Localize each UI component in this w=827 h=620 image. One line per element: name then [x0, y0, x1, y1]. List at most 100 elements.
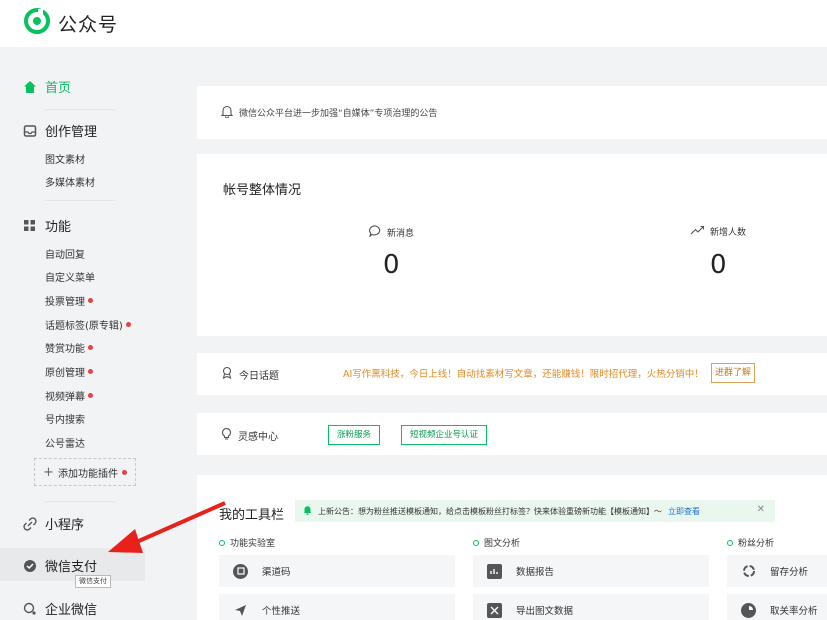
nav-item-label: 话题标签(原专辑): [45, 321, 123, 332]
new-messages-value[interactable]: 0: [383, 250, 400, 280]
grid-icon: [22, 218, 37, 233]
new-dot: [125, 322, 131, 327]
divider: [45, 200, 115, 201]
nav-item-label: 投票管理: [45, 297, 85, 308]
tool-export-data[interactable]: 导出图文数据: [473, 594, 709, 620]
inspiration-label: 灵感中心: [221, 427, 278, 443]
fans-title-text: 粉丝分析: [738, 539, 775, 549]
wework-icon: [22, 601, 37, 616]
nav-item-custom-menu[interactable]: 自定义菜单: [45, 269, 95, 284]
topic-label: 今日话题: [221, 366, 279, 382]
topic-label-text: 今日话题: [239, 370, 279, 382]
tool-retention[interactable]: 留存分析: [727, 555, 827, 587]
lab-title-text: 功能实验室: [230, 539, 276, 549]
nav-item-danmu[interactable]: 视频弹幕: [45, 388, 93, 403]
recycle-icon: [741, 564, 756, 579]
circle-icon: [473, 539, 479, 546]
nav-home[interactable]: 首页: [22, 77, 71, 96]
brand-title: 公众号: [58, 14, 119, 36]
nav-wework[interactable]: 企业微信: [22, 599, 97, 618]
bulb-icon: [221, 427, 232, 443]
join-group-button[interactable]: 进群了解: [711, 363, 756, 383]
inbox-icon: [22, 123, 37, 138]
notice-card[interactable]: 微信公众平台进一步加强“自媒体”专项治理的公告: [197, 86, 827, 139]
new-users-text: 新增人数: [710, 228, 747, 238]
nav-item-label: 原创管理: [45, 368, 85, 379]
nav-item-topic-tag[interactable]: 话题标签(原专辑): [45, 317, 131, 332]
tool-personal-push[interactable]: 个性推送: [219, 594, 455, 620]
announcement-bar: 上新公告：想为粉丝推送模板通知，给点击模板粉丝打标签？快来体验重磅新功能【模板通…: [295, 500, 775, 522]
new-dot: [88, 345, 93, 350]
nav-item-original[interactable]: 原创管理: [45, 364, 93, 379]
wechat-mp-logo-icon[interactable]: [24, 8, 50, 34]
nav-item-label: 公号雷达: [45, 439, 85, 450]
nav-item-label: 自定义菜单: [45, 273, 95, 284]
chat-bubble-icon: [369, 225, 382, 240]
nav-item-label: 号内搜索: [45, 415, 85, 426]
tool-data-report[interactable]: 数据报告: [473, 555, 709, 587]
bell-icon: [303, 505, 312, 517]
new-users-label: 新增人数: [690, 225, 746, 238]
fans-column-title: 粉丝分析: [727, 536, 774, 549]
overview-title: 帐号整体情况: [223, 183, 302, 198]
nav-item-label: 多媒体素材: [45, 178, 95, 189]
tooltip: 微信支付: [75, 575, 111, 588]
tool-label: 取关率分析: [770, 606, 818, 617]
send-icon: [233, 603, 248, 618]
view-now-link[interactable]: 立即查看: [668, 506, 700, 517]
nav-create-label: 创作管理: [45, 125, 98, 140]
my-toolbar-card: 我的工具栏 上新公告：想为粉丝推送模板通知，给点击模板粉丝打标签？快来体验重磅新…: [197, 475, 827, 620]
inspiration-card: 灵感中心 涨粉服务 短视频企业号认证: [197, 413, 827, 455]
nav-wechatpay[interactable]: 微信支付: [22, 556, 97, 575]
tool-channel-code[interactable]: 渠道码: [219, 555, 455, 587]
nav-miniprogram-label: 小程序: [45, 518, 85, 533]
nav-create[interactable]: 创作管理: [22, 121, 97, 140]
nav-home-label: 首页: [45, 81, 72, 96]
qrcode-icon: [233, 563, 248, 579]
new-dot: [88, 298, 93, 303]
nav-item-label: 自动回复: [45, 250, 85, 261]
nav-item-reward[interactable]: 赞赏功能: [45, 340, 93, 355]
nav-item-label: 视频弹幕: [45, 392, 85, 403]
report-icon: [487, 563, 502, 579]
add-plugin-button[interactable]: + 添加功能插件: [34, 458, 136, 486]
tool-label: 个性推送: [262, 606, 301, 617]
new-dot: [121, 469, 127, 475]
nav-item-multimedia[interactable]: 多媒体素材: [45, 174, 95, 189]
divider: [45, 109, 115, 110]
nav-features[interactable]: 功能: [22, 216, 71, 235]
nav-item-label: 赞赏功能: [45, 344, 85, 355]
trophy-icon: [221, 366, 233, 382]
excel-icon: [487, 602, 502, 618]
trend-icon: [690, 225, 705, 238]
short-video-auth-button[interactable]: 短视频企业号认证: [401, 425, 488, 445]
tool-label: 数据报告: [516, 567, 555, 578]
article-title-text: 图文分析: [484, 539, 521, 549]
new-users-value[interactable]: 0: [710, 250, 727, 280]
link-icon: [22, 516, 37, 531]
nav-item-image-text[interactable]: 图文素材: [45, 151, 85, 166]
tool-label: 留存分析: [770, 567, 809, 578]
topic-ad-text[interactable]: AI写作黑科技，今日上线！自动找素材写文章，还能赚钱！限时招代理，火热分销中！: [343, 366, 704, 380]
nav-miniprogram[interactable]: 小程序: [22, 514, 84, 533]
add-plugin-label: 添加功能插件: [57, 468, 118, 480]
divider: [45, 501, 115, 502]
tool-unfollow-rate[interactable]: 取关率分析: [727, 594, 827, 620]
nav-item-auto-reply[interactable]: 自动回复: [45, 246, 85, 261]
announcement-text: 上新公告：想为粉丝推送模板通知，给点击模板粉丝打标签？快来体验重磅新功能【模板通…: [318, 506, 662, 516]
nav-features-label: 功能: [45, 220, 72, 235]
new-dot: [88, 369, 93, 374]
home-icon: [22, 79, 37, 94]
nav-item-radar[interactable]: 公号雷达: [45, 435, 85, 450]
new-dot: [88, 393, 93, 398]
fans-service-button[interactable]: 涨粉服务: [328, 425, 381, 445]
sidebar: 首页 创作管理 图文素材 多媒体素材 功能 自动回复 自定义菜单 投票管理 话题…: [0, 47, 170, 620]
new-messages-label: 新消息: [369, 225, 414, 240]
nav-wework-label: 企业微信: [45, 603, 98, 618]
tool-label: 导出图文数据: [516, 606, 574, 617]
notice-text[interactable]: 微信公众平台进一步加强“自媒体”专项治理的公告: [239, 106, 437, 119]
nav-item-search[interactable]: 号内搜索: [45, 411, 85, 426]
plus-icon: +: [43, 464, 54, 480]
nav-item-vote[interactable]: 投票管理: [45, 293, 93, 308]
close-icon[interactable]: ✕: [757, 504, 765, 515]
